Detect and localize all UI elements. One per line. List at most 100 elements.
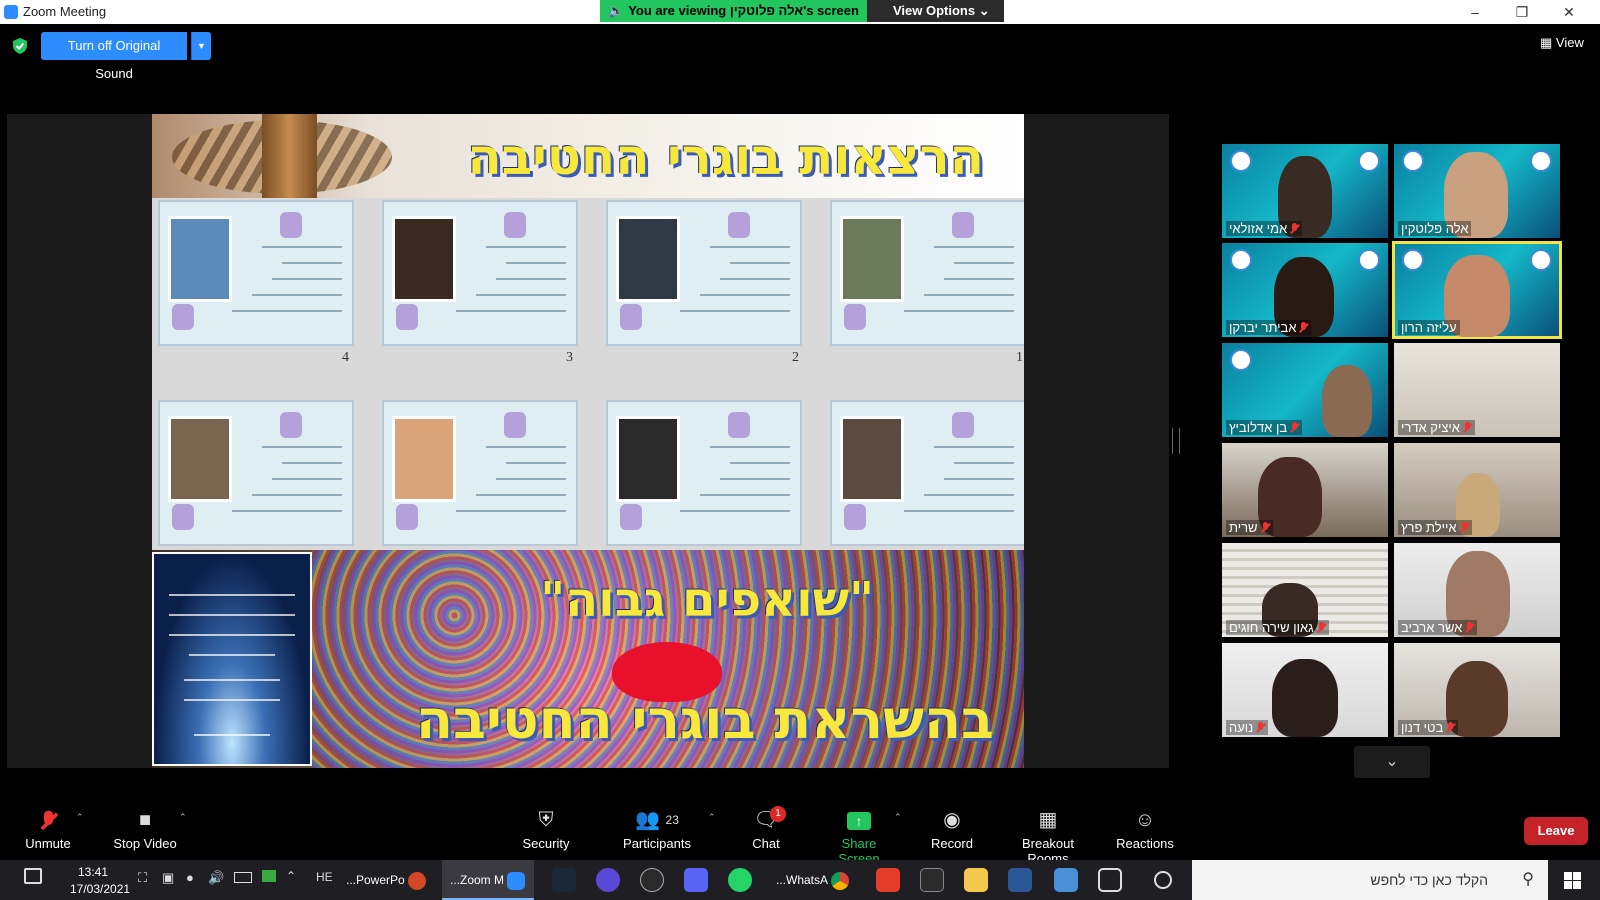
file-explorer-icon[interactable] xyxy=(964,868,988,892)
emblem-icon xyxy=(504,212,526,238)
office-icon[interactable] xyxy=(876,868,900,892)
participant-tile[interactable]: בטי דנון xyxy=(1394,643,1560,737)
participant-tile[interactable]: בן אדלוביץ xyxy=(1222,343,1388,437)
gallery-next-page-button[interactable]: ⌄ xyxy=(1354,746,1430,778)
mic-muted-icon xyxy=(1460,522,1469,533)
video-options-caret[interactable]: ⌃ xyxy=(179,812,187,823)
stop-video-button[interactable]: ■ Stop Video xyxy=(112,808,178,851)
text-line xyxy=(272,478,342,480)
mic-muted-icon xyxy=(1463,422,1472,433)
emblem-icon xyxy=(728,412,750,438)
participants-options-caret[interactable]: ⌃ xyxy=(708,812,716,823)
certificate-card xyxy=(158,200,354,346)
participant-tile[interactable]: גאון שירה חוגים xyxy=(1222,543,1388,637)
emblem-icon xyxy=(844,304,866,330)
reactions-button[interactable]: ☺ Reactions xyxy=(1116,808,1174,851)
task-view-icon[interactable] xyxy=(1098,868,1122,892)
record-button[interactable]: ◉ Record xyxy=(930,808,974,851)
turn-off-original-sound-button[interactable]: Turn off Original Sound xyxy=(41,32,187,81)
battery-icon[interactable] xyxy=(234,872,252,883)
participant-name-tag: איציק אדרי xyxy=(1398,420,1475,435)
certificate-card xyxy=(158,400,354,546)
participant-tile[interactable]: איילת פרץ xyxy=(1394,443,1560,537)
epic-games-icon[interactable] xyxy=(920,868,944,892)
store-icon[interactable] xyxy=(1008,868,1032,892)
window-title: Zoom Meeting xyxy=(23,4,107,19)
participant-tile[interactable]: אשר ארביב xyxy=(1394,543,1560,637)
maximize-button[interactable]: ❐ xyxy=(1499,0,1545,24)
cortana-icon[interactable] xyxy=(1154,871,1172,889)
share-screen-button[interactable]: ↑ Share Screen xyxy=(820,808,898,866)
wifi-icon[interactable]: ⛶ xyxy=(138,870,147,886)
view-button[interactable]: ▦ View xyxy=(1540,35,1584,51)
text-line xyxy=(232,510,342,512)
security-button[interactable]: ⛨ Security xyxy=(522,808,570,851)
participant-name: אלה פלוטקין xyxy=(1401,221,1469,236)
input-language[interactable]: HE xyxy=(316,870,333,884)
participant-tile-active-speaker[interactable]: עליזה הרון xyxy=(1392,241,1562,339)
app-icon[interactable] xyxy=(596,868,620,892)
action-center-icon[interactable] xyxy=(24,868,42,884)
taskbar-powerpoint[interactable]: ...PowerPo xyxy=(346,860,434,900)
taskbar-whatsapp-chrome[interactable]: ...WhatsA xyxy=(776,860,856,900)
show-hidden-icons-caret[interactable]: ⌃ xyxy=(286,869,296,883)
display-icon[interactable]: ▣ xyxy=(162,870,174,886)
text-line xyxy=(680,310,790,312)
clock[interactable]: 13:41 17/03/2021 xyxy=(70,864,130,898)
microphone-icon[interactable]: ● xyxy=(186,870,194,885)
unmute-button[interactable]: Unmute xyxy=(24,808,72,851)
participant-tile[interactable]: איציק אדרי xyxy=(1394,343,1560,437)
slide-header: הרצאות בוגרי החטיבה xyxy=(152,114,1024,198)
participant-tile[interactable]: אלה פלוטקין xyxy=(1394,144,1560,238)
school-logo-icon xyxy=(1530,249,1552,271)
steam-icon[interactable] xyxy=(552,868,576,892)
emblem-icon xyxy=(280,212,302,238)
mail-icon[interactable] xyxy=(1054,868,1078,892)
zoom-label: ...Zoom M xyxy=(450,873,505,887)
obs-icon[interactable] xyxy=(640,868,664,892)
certificate-number: 4 xyxy=(342,350,349,365)
chat-unread-badge: 1 xyxy=(770,806,786,822)
text-line xyxy=(506,462,566,464)
banner-title-line2: בהשראת בוגרי החטיבה xyxy=(415,688,994,751)
tray-app-icon[interactable] xyxy=(262,870,276,882)
encryption-shield-icon[interactable] xyxy=(13,38,27,54)
mic-muted-icon xyxy=(1299,322,1308,333)
leave-button[interactable]: Leave xyxy=(1524,817,1588,845)
participant-tile[interactable]: נועה xyxy=(1222,643,1388,737)
audio-options-caret[interactable]: ⌃ xyxy=(76,812,84,823)
text-line xyxy=(934,246,1014,248)
school-logo-icon xyxy=(1230,249,1252,271)
text-line xyxy=(944,278,1014,280)
viewing-indicator: 🔈 You are viewing אלה פלוטקין's screen xyxy=(600,0,867,22)
emblem-icon xyxy=(844,504,866,530)
mic-muted-icon xyxy=(1261,522,1270,533)
participant-tile[interactable]: שרית xyxy=(1222,443,1388,537)
text-line xyxy=(252,494,342,496)
breakout-rooms-button[interactable]: ▦ Breakout Rooms xyxy=(1000,808,1096,866)
text-line xyxy=(252,294,342,296)
text-line xyxy=(924,294,1014,296)
windows-start-icon[interactable] xyxy=(1564,872,1581,889)
close-button[interactable]: ✕ xyxy=(1546,0,1592,24)
original-sound-dropdown[interactable]: ▼ xyxy=(191,32,211,60)
minimize-button[interactable]: – xyxy=(1452,0,1498,24)
discord-icon[interactable] xyxy=(684,868,708,892)
taskbar-search-box[interactable]: הקלד כאן כדי לחפש ⚲ xyxy=(1192,860,1548,900)
taskbar-zoom[interactable]: ...Zoom M xyxy=(442,860,534,900)
participant-tile[interactable]: אביתר יברקן xyxy=(1222,243,1388,337)
text-line xyxy=(272,278,342,280)
view-options-button[interactable]: View Options ⌄ xyxy=(866,0,1004,22)
share-options-caret[interactable]: ⌃ xyxy=(894,812,902,823)
view-label: View xyxy=(1555,35,1584,50)
whatsapp-icon[interactable] xyxy=(728,868,752,892)
mic-muted-icon xyxy=(1290,422,1299,433)
panel-resize-handle[interactable] xyxy=(1172,428,1180,454)
view-options-label: View Options xyxy=(892,3,976,18)
participants-button[interactable]: 👥 23 Participants xyxy=(622,808,692,851)
text-line xyxy=(476,294,566,296)
certificate-number: 2 xyxy=(792,350,799,365)
emblem-icon xyxy=(396,304,418,330)
volume-icon[interactable]: 🔊 xyxy=(208,870,224,886)
participant-tile[interactable]: אמי אזולאי xyxy=(1222,144,1388,238)
